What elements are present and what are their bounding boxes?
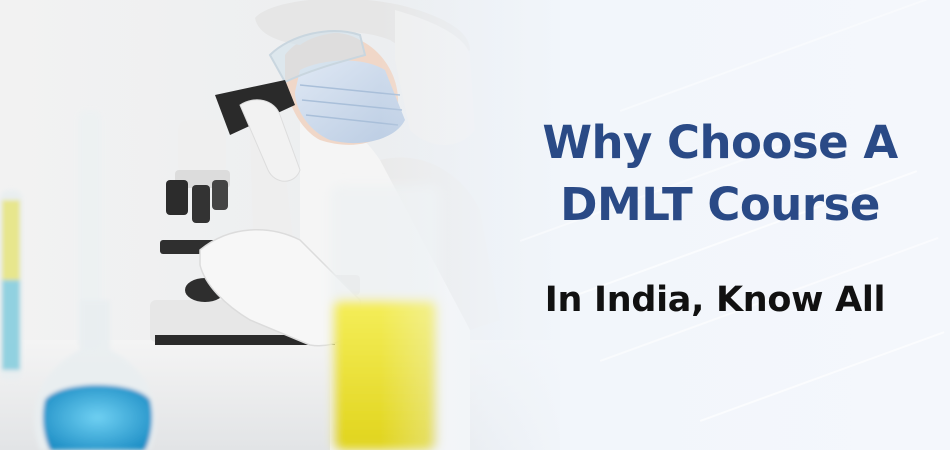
- headline: Why Choose A DMLT Course: [520, 112, 920, 236]
- banner: Why Choose A DMLT Course In India, Know …: [0, 0, 950, 450]
- headline-line-1: Why Choose A: [542, 116, 898, 169]
- subheadline: In India, Know All: [544, 280, 886, 320]
- headline-line-2: DMLT Course: [560, 178, 880, 231]
